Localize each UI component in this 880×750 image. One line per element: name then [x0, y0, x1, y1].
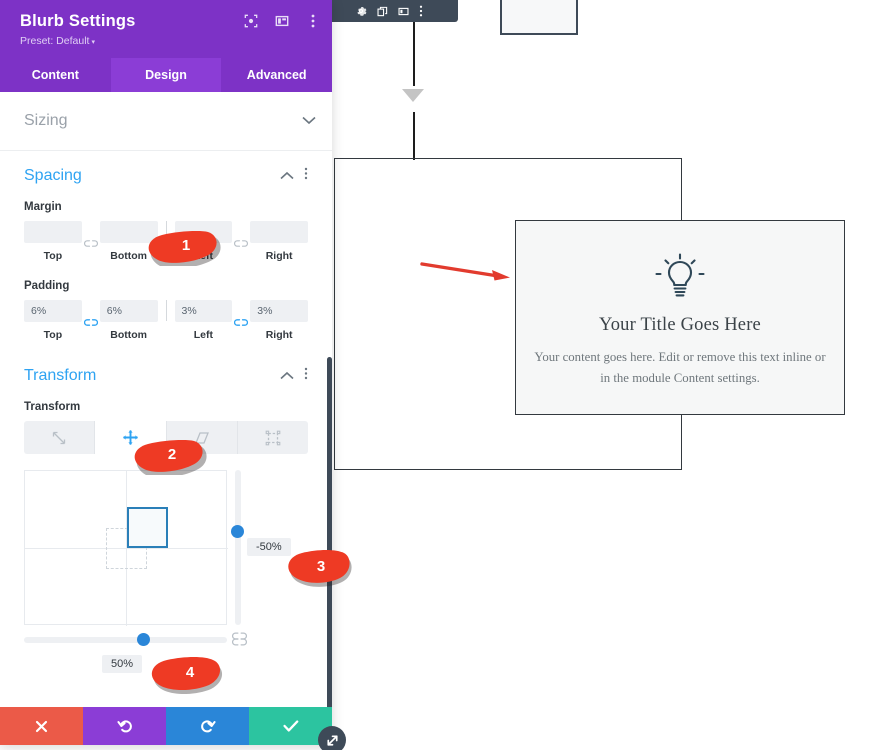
section-transform-header[interactable]: Transform: [24, 367, 308, 385]
section-transform: Transform Transform -50% 50%: [0, 345, 332, 673]
tab-content[interactable]: Content: [0, 58, 111, 92]
margin-leftright-link-icon[interactable]: [232, 235, 250, 249]
transform-preview-grid[interactable]: [24, 470, 228, 626]
panel-body: Sizing Spacing Margin Top Bottom Right P…: [0, 92, 332, 707]
padding-top-label: Top: [43, 329, 63, 341]
tab-advanced[interactable]: Advanced: [221, 58, 332, 92]
transform-scale-icon: [52, 431, 66, 444]
panel-resize-handle[interactable]: [318, 726, 346, 750]
annotation-marker-2: 2: [122, 435, 208, 475]
transform-horizontal-slider[interactable]: 50%: [24, 633, 247, 673]
chevron-up-icon[interactable]: [280, 167, 294, 185]
panel-header: Blurb Settings Preset: Default ▾: [0, 0, 332, 58]
annotation-marker-1: 1: [136, 226, 222, 266]
panel-tabs: Content Design Advanced: [0, 58, 332, 92]
transform-preview-square[interactable]: [127, 507, 168, 548]
panel-footer: [0, 707, 332, 745]
padding-top-input[interactable]: [24, 300, 82, 322]
padding-right-label: Right: [265, 329, 293, 341]
margin-right-cell: Right: [250, 221, 308, 262]
panel-preset-label: Preset: Default: [20, 35, 90, 47]
section-spacing-header[interactable]: Spacing: [24, 167, 308, 185]
marker-3-number: 3: [316, 558, 326, 575]
section-sizing-title: Sizing: [24, 112, 68, 129]
blurb-settings-panel: Blurb Settings Preset: Default ▾ Content…: [0, 0, 332, 745]
redo-button[interactable]: [166, 707, 249, 745]
padding-topbottom-link-icon[interactable]: [82, 314, 100, 328]
margin-top-label: Top: [43, 250, 63, 262]
horizontal-slider-value[interactable]: 50%: [102, 655, 143, 673]
vertical-slider-knob[interactable]: [231, 525, 244, 538]
insert-arrow-icon: [402, 89, 424, 102]
padding-leftright-link-icon[interactable]: [232, 314, 250, 328]
padding-right-cell: Right: [250, 300, 308, 341]
margin-topbottom-link-icon[interactable]: [82, 235, 100, 249]
section-spacing-title: Spacing: [24, 167, 82, 184]
margin-top-cell: Top: [24, 221, 82, 262]
margin-right-input[interactable]: [250, 221, 308, 243]
blurb-module[interactable]: Your Title Goes Here Your content goes h…: [515, 220, 845, 415]
chevron-down-icon[interactable]: [302, 114, 316, 128]
padding-left-cell: Left: [174, 300, 233, 341]
marker-teardrop-shape: [151, 657, 222, 694]
margin-top-input[interactable]: [24, 221, 82, 243]
kebab-menu-icon[interactable]: [304, 167, 308, 185]
screenshot-root: Your Title Goes Here Your content goes h…: [0, 0, 880, 750]
transform-vertical-slider[interactable]: [231, 470, 244, 625]
marker-1-number: 1: [181, 236, 191, 254]
kebab-menu-icon[interactable]: [419, 5, 423, 17]
padding-left-input[interactable]: [174, 300, 233, 322]
marker-teardrop-shape: [134, 440, 207, 475]
marker-2-number: 2: [167, 445, 177, 463]
marker-teardrop-shape: [148, 231, 221, 266]
transform-stage: -50% 50%: [24, 470, 308, 673]
annotation-marker-4: 4: [143, 652, 225, 694]
red-pointer-arrow: [420, 262, 510, 281]
chevron-up-icon[interactable]: [280, 367, 294, 385]
panel-header-icons: [243, 13, 320, 28]
horizontal-link-icon[interactable]: [232, 634, 247, 652]
transform-scale-button[interactable]: [24, 421, 96, 454]
cancel-button[interactable]: [0, 707, 83, 745]
padding-label: Padding: [24, 280, 70, 292]
panel-preset[interactable]: Preset: Default ▾: [20, 35, 316, 47]
lightbulb-icon: [655, 253, 705, 297]
blurb-title: Your Title Goes Here: [599, 315, 761, 335]
padding-top-cell: Top: [24, 300, 82, 341]
annotation-marker-3: 3: [282, 546, 354, 588]
duplicate-icon[interactable]: [377, 6, 388, 17]
padding-fields: Top Bottom Left: [24, 300, 308, 341]
padding-bottom-label: Bottom: [110, 329, 147, 341]
section-sizing[interactable]: Sizing: [0, 92, 332, 151]
gear-icon[interactable]: [355, 5, 367, 17]
padding-right-input[interactable]: [250, 300, 308, 322]
blurb-body: Your content goes here. Edit or remove t…: [534, 350, 826, 386]
panel-scrollbar[interactable]: [327, 357, 332, 707]
transform-rotate-icon: [265, 430, 281, 445]
kebab-menu-icon[interactable]: [304, 367, 308, 385]
padding-bottom-input[interactable]: [99, 300, 158, 322]
tab-design[interactable]: Design: [110, 58, 222, 92]
transform-rotate-button[interactable]: [238, 421, 308, 454]
margin-label: Margin: [24, 201, 62, 213]
layout-icon[interactable]: [274, 13, 289, 28]
margin-right-label: Right: [265, 250, 293, 262]
section-transform-title: Transform: [24, 367, 97, 384]
horizontal-slider-knob[interactable]: [137, 633, 150, 646]
padding-left-label: Left: [193, 329, 213, 341]
marker-4-number: 4: [185, 664, 195, 681]
layout-icon[interactable]: [398, 6, 409, 17]
focus-icon[interactable]: [243, 13, 258, 28]
padding-divider: [165, 300, 167, 321]
padding-bottom-cell: Bottom: [99, 300, 158, 341]
connector-line-bottom: [413, 112, 415, 160]
undo-button[interactable]: [83, 707, 166, 745]
kebab-menu-icon[interactable]: [305, 13, 320, 28]
module-preview-box[interactable]: [500, 0, 578, 35]
transform-field-label: Transform: [24, 401, 81, 413]
chevron-down-icon: ▾: [91, 39, 95, 46]
